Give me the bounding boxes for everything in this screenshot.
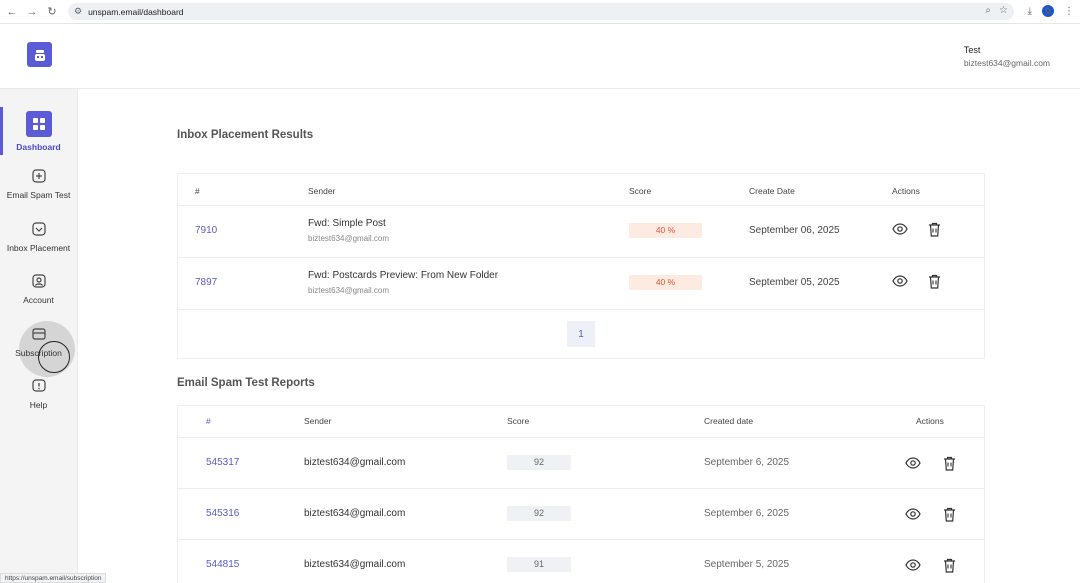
bookmark-star-icon[interactable]: ☆	[999, 5, 1008, 17]
delete-trash-icon[interactable]	[926, 273, 942, 289]
download-icon[interactable]: ⤓	[1028, 6, 1032, 17]
back-icon[interactable]: ←	[6, 6, 18, 18]
sidebar-item-label: Account	[23, 295, 54, 305]
spam-row-date: September 6, 2025	[704, 508, 790, 519]
divider	[178, 257, 984, 258]
delete-trash-icon[interactable]	[926, 221, 942, 237]
spam-row-score: 92	[507, 455, 571, 470]
user-name: Test	[963, 45, 981, 55]
sidebar-item-help[interactable]: Help	[0, 379, 77, 431]
sidebar-item-account[interactable]: Account	[0, 274, 77, 326]
col-header-id: #	[195, 186, 200, 196]
divider	[178, 488, 984, 489]
plus-square-icon	[31, 169, 46, 183]
grid-icon	[25, 111, 52, 137]
view-eye-icon[interactable]	[905, 455, 921, 471]
menu-kebab-icon[interactable]: ⋮	[1064, 6, 1074, 17]
inbox-row-email: biztest634@gmail.com	[308, 234, 390, 243]
inbox-row-email: biztest634@gmail.com	[308, 286, 390, 295]
sidebar-item-inbox-placement[interactable]: Inbox Placement	[0, 222, 77, 274]
address-bar[interactable]: ⚙ unspam.email/dashboard ⌕ ☆	[68, 3, 1014, 20]
sidebar-item-label: Inbox Placement	[6, 243, 71, 253]
divider	[178, 437, 984, 438]
view-eye-icon[interactable]	[892, 273, 908, 289]
view-eye-icon[interactable]	[892, 221, 908, 237]
card-icon	[31, 327, 46, 341]
profile-avatar[interactable]: b	[1042, 5, 1054, 17]
sidebar-item-label: Help	[29, 400, 48, 410]
user-icon	[31, 274, 46, 288]
sidebar-item-label: Email Spam Test	[6, 190, 71, 200]
sidebar-item-label: Dashboard	[16, 142, 61, 152]
spam-row-sender: biztest634@gmail.com	[304, 559, 406, 570]
col-header-score: Score	[629, 186, 652, 196]
spam-row-id-link[interactable]: 545316	[206, 508, 239, 519]
col-header-score: Score	[507, 416, 530, 426]
divider	[178, 205, 984, 206]
col-header-sender: Sender	[304, 416, 332, 426]
delete-trash-icon[interactable]	[941, 506, 957, 522]
help-icon	[31, 379, 46, 393]
browser-toolbar: ← → ↻ ⚙ unspam.email/dashboard ⌕ ☆ ⤓ b ⋮	[0, 0, 1080, 24]
divider	[178, 309, 984, 310]
spam-section-title: Email Spam Test Reports	[177, 377, 315, 389]
inbox-section-title: Inbox Placement Results	[177, 129, 314, 141]
inbox-row-subject: Fwd: Postcards Preview: From New Folder	[308, 270, 499, 281]
col-header-actions: Actions	[916, 416, 944, 426]
status-url-tooltip: https://unspam.email/subscription	[0, 573, 107, 583]
spam-row-score: 92	[507, 506, 571, 521]
url-text: unspam.email/dashboard	[88, 6, 184, 17]
delete-trash-icon[interactable]	[941, 455, 957, 471]
spam-row-date: September 5, 2025	[704, 559, 790, 570]
spam-row-id-link[interactable]: 544815	[206, 559, 239, 570]
spam-row-id-link[interactable]: 545317	[206, 457, 239, 468]
spam-reports-table: # Sender Score Created date Actions 5453…	[177, 405, 985, 583]
pagination-page-1[interactable]: 1	[567, 321, 595, 347]
inbox-row-subject: Fwd: Simple Post	[308, 218, 386, 229]
cursor-pointer-icon	[38, 341, 70, 373]
col-header-sender: Sender	[308, 186, 336, 196]
spam-row-sender: biztest634@gmail.com	[304, 457, 406, 468]
spam-row-date: September 6, 2025	[704, 457, 790, 468]
inbox-row-score-badge: 40 %	[629, 223, 702, 238]
browser-nav: ← → ↻	[0, 6, 66, 18]
site-settings-icon[interactable]: ⚙	[74, 6, 82, 17]
view-eye-icon[interactable]	[905, 557, 921, 573]
robot-logo-icon	[34, 49, 45, 61]
user-email: biztest634@gmail.com	[963, 58, 1050, 68]
spam-row-score: 91	[507, 557, 571, 572]
col-header-date: Create Date	[749, 186, 795, 196]
sidebar-item-dashboard[interactable]: Dashboard	[0, 111, 77, 163]
app-header: Test biztest634@gmail.com	[0, 25, 1080, 89]
col-header-created-date: Created date	[704, 416, 754, 426]
inbox-icon	[31, 222, 46, 236]
forward-icon[interactable]: →	[26, 6, 38, 18]
divider	[178, 539, 984, 540]
delete-trash-icon[interactable]	[941, 557, 957, 573]
zoom-icon[interactable]: ⌕	[985, 5, 991, 17]
view-eye-icon[interactable]	[905, 506, 921, 522]
inbox-row-date: September 06, 2025	[749, 225, 840, 236]
sidebar-item-email-spam-test[interactable]: Email Spam Test	[0, 169, 77, 221]
col-header-id: #	[206, 416, 211, 426]
user-info[interactable]: Test biztest634@gmail.com	[964, 45, 1050, 68]
reload-icon[interactable]: ↻	[46, 6, 58, 18]
inbox-row-id-link[interactable]: 7897	[195, 277, 217, 288]
sidebar: Dashboard Email Spam Test Inbox Placemen…	[0, 89, 78, 583]
app-logo[interactable]	[27, 42, 52, 67]
inbox-row-date: September 05, 2025	[749, 277, 840, 288]
inbox-row-score-badge: 40 %	[629, 275, 702, 290]
spam-row-sender: biztest634@gmail.com	[304, 508, 406, 519]
col-header-actions: Actions	[892, 186, 920, 196]
inbox-row-id-link[interactable]: 7910	[195, 225, 217, 236]
